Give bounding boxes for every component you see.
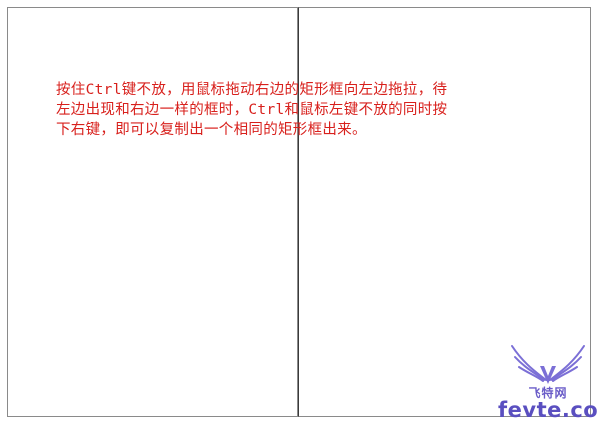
wings-logo-icon — [511, 345, 585, 384]
watermark: 飞特网 fevte.com — [498, 340, 600, 426]
instruction-text: 按住Ctrl键不放，用鼠标拖动右边的矩形框向左边拖拉，待 左边出现和右边一样的框… — [56, 82, 448, 138]
left-rectangle-frame[interactable] — [7, 7, 298, 417]
watermark-domain: fevte.com — [498, 398, 600, 422]
document-canvas: 按住Ctrl键不放，用鼠标拖动右边的矩形框向左边拖拉，待 左边出现和右边一样的框… — [0, 0, 600, 426]
